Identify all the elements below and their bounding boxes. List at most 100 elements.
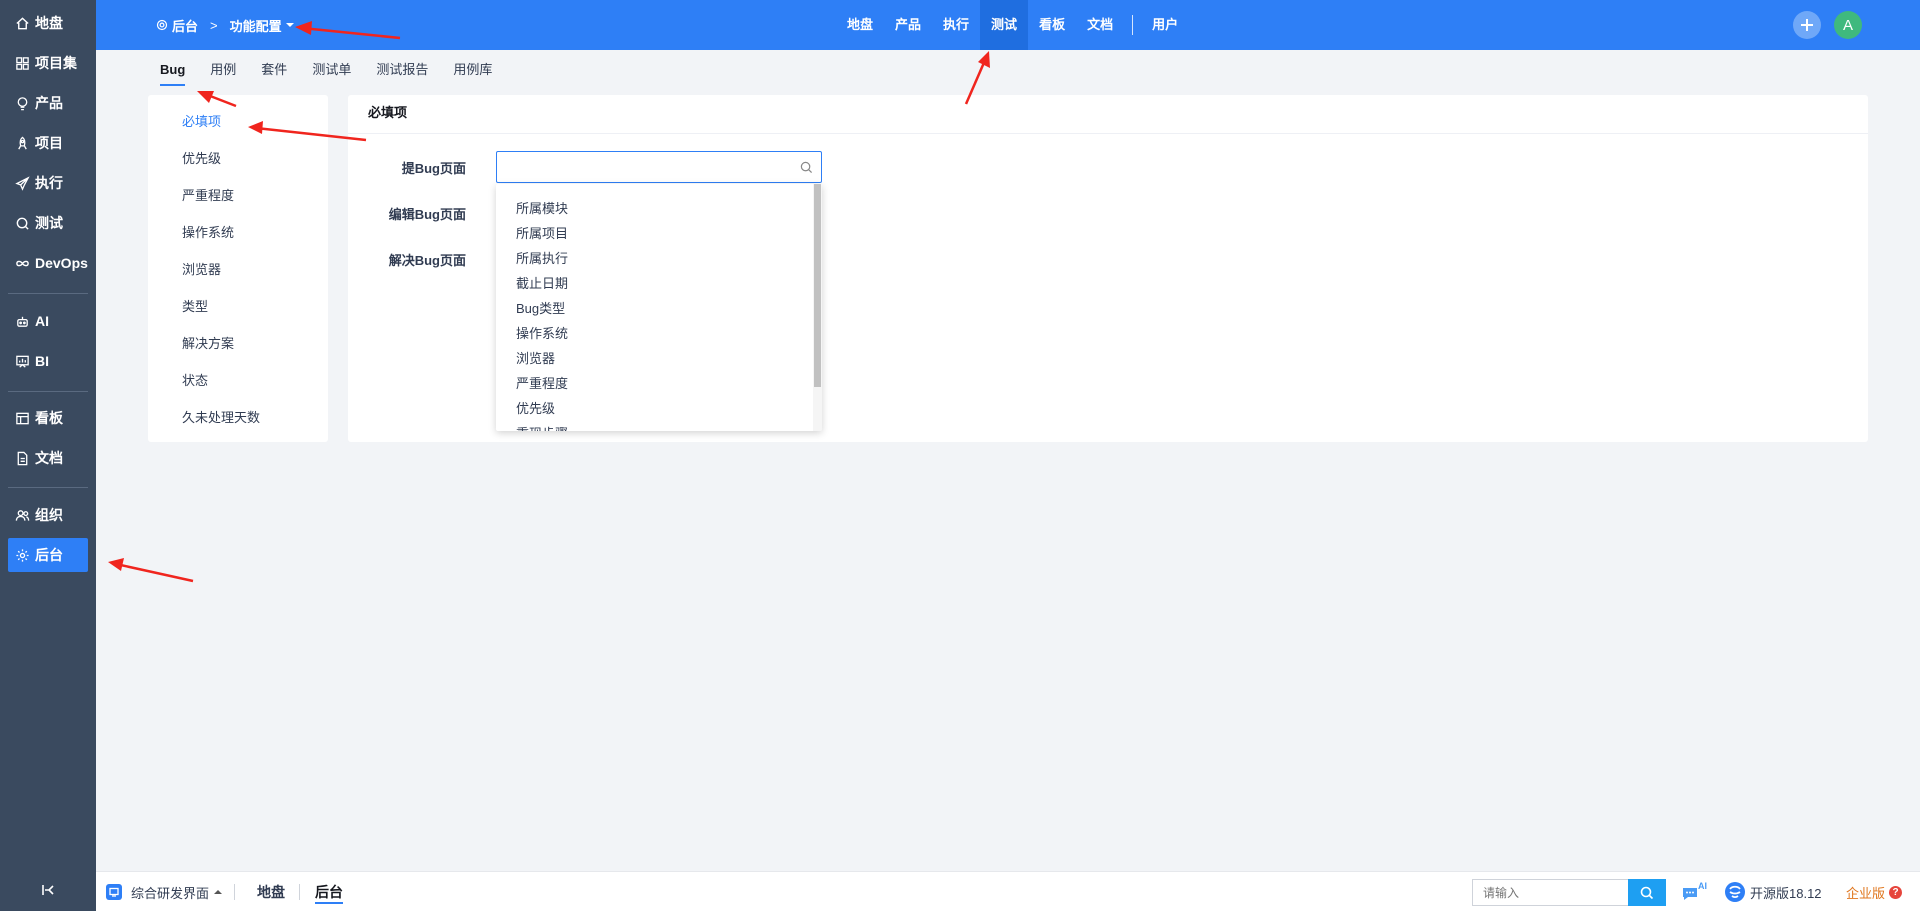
sidebar-item-doc[interactable]: 文档 <box>8 441 88 475</box>
tab-testreport[interactable]: 测试报告 <box>376 50 428 90</box>
dropdown-option[interactable]: 所属执行 <box>516 248 568 267</box>
chevron-down-icon[interactable] <box>285 23 294 27</box>
zentao-logo-icon <box>1725 882 1745 902</box>
nav-kanban[interactable]: 看板 <box>1028 0 1076 50</box>
sidebar-item-label: 测试 <box>35 215 63 231</box>
dropdown-option[interactable]: 重现步骤 <box>516 423 568 431</box>
field-label-resolve-bug: 解决Bug页面 <box>388 253 466 268</box>
sidebar-item-label: DevOps <box>35 255 88 271</box>
nav-test[interactable]: 测试 <box>980 0 1029 50</box>
menu-item-type[interactable]: 类型 <box>182 296 208 315</box>
app-switcher[interactable]: 综合研发界面 <box>106 872 223 911</box>
app-label: 综合研发界面 <box>131 885 210 901</box>
sidebar-item-product[interactable]: 产品 <box>8 86 88 120</box>
menu-item-priority[interactable]: 优先级 <box>182 148 221 167</box>
sidebar-item-kanban[interactable]: 看板 <box>8 401 88 435</box>
sidebar-item-label: 地盘 <box>35 15 63 31</box>
scrollbar-thumb[interactable] <box>814 184 821 387</box>
search-input[interactable] <box>1472 879 1628 906</box>
chevron-up-icon <box>214 890 223 894</box>
menu-item-os[interactable]: 操作系统 <box>182 222 234 241</box>
menu-item-stale-days[interactable]: 久未处理天数 <box>182 407 260 426</box>
sidebar-item-program[interactable]: 项目集 <box>8 46 88 80</box>
dropdown-option[interactable]: 浏览器 <box>516 348 555 367</box>
sidebar-item-ai[interactable]: AI <box>8 304 88 338</box>
sidebar-item-label: 组织 <box>35 507 63 523</box>
bottom-divider <box>299 884 300 900</box>
tab-testtask[interactable]: 测试单 <box>312 50 351 90</box>
dropdown-option[interactable]: 所属项目 <box>516 223 568 242</box>
sidebar-item-label: BI <box>35 353 49 369</box>
ai-badge: AI <box>1698 881 1707 891</box>
dropdown-scrollbar[interactable] <box>813 184 822 431</box>
dropdown-option[interactable]: 操作系统 <box>516 323 568 342</box>
plus-icon <box>1801 19 1813 31</box>
sidebar-item-dashboard[interactable]: 地盘 <box>8 6 88 40</box>
tab-caselib[interactable]: 用例库 <box>453 50 492 90</box>
search-button[interactable] <box>1628 879 1666 906</box>
create-button[interactable] <box>1793 11 1821 39</box>
nav-dashboard[interactable]: 地盘 <box>836 0 884 50</box>
sidebar-divider <box>8 487 88 488</box>
bottom-divider <box>234 884 235 900</box>
enterprise-edition-link[interactable]: 企业版 ? <box>1846 872 1903 911</box>
tab-suite[interactable]: 套件 <box>261 50 287 90</box>
nav-execution[interactable]: 执行 <box>932 0 980 50</box>
sidebar-item-label: 项目集 <box>35 55 77 71</box>
dropdown-option[interactable]: 截止日期 <box>516 273 568 292</box>
rocket-icon <box>18 136 27 149</box>
sidebar-item-admin[interactable]: 后台 <box>8 538 88 572</box>
board-chart-icon <box>16 355 29 368</box>
bulb-icon <box>17 96 28 110</box>
app-icon <box>106 884 122 900</box>
main-panel: 必填项 提Bug页面 编辑Bug页面 解决Bug页面 所属模块 所属项目 所属执… <box>348 95 1868 442</box>
sidebar-item-label: 项目 <box>35 135 63 151</box>
sidebar: 地盘 项目集 产品 项目 执行 测试 DevOps AI BI 看板 文档 组织… <box>0 0 96 911</box>
sidebar-item-org[interactable]: 组织 <box>8 498 88 532</box>
dropdown-option[interactable]: 优先级 <box>516 398 555 417</box>
panel-title: 必填项 <box>348 95 1868 134</box>
sidebar-item-project[interactable]: 项目 <box>8 126 88 160</box>
version-text: 开源版18.12 <box>1750 885 1822 901</box>
tab-bug[interactable]: Bug <box>160 50 186 90</box>
nav-doc[interactable]: 文档 <box>1076 0 1124 50</box>
ai-chat-icon[interactable]: AI <box>1680 880 1708 904</box>
sidebar-item-label: 产品 <box>35 95 63 111</box>
tab-testcase[interactable]: 用例 <box>210 50 236 90</box>
required-fields-picker[interactable] <box>496 151 822 183</box>
bottom-bar: 综合研发界面 地盘 后台 AI 开源版18.12 企业版 ? <box>96 871 1920 911</box>
menu-item-browser[interactable]: 浏览器 <box>182 259 221 278</box>
breadcrumb-admin[interactable]: 后台 <box>172 16 198 35</box>
bottom-tab-dashboard[interactable]: 地盘 <box>257 872 285 911</box>
menu-item-required[interactable]: 必填项 <box>182 111 221 130</box>
dropdown-option[interactable]: 严重程度 <box>516 373 568 392</box>
collapse-sidebar-icon[interactable] <box>38 880 58 900</box>
search-icon <box>800 161 813 174</box>
main-nav: 地盘 产品 执行 测试 看板 文档 用户 <box>836 0 1189 50</box>
menu-item-status[interactable]: 状态 <box>182 370 208 389</box>
sidebar-item-label: AI <box>35 313 49 329</box>
nav-user[interactable]: 用户 <box>1141 0 1189 50</box>
menu-item-resolution[interactable]: 解决方案 <box>182 333 234 352</box>
grid-icon <box>16 56 29 70</box>
picker-dropdown: 所属模块 所属项目 所属执行 截止日期 Bug类型 操作系统 浏览器 严重程度 … <box>496 184 822 431</box>
sidebar-item-devops[interactable]: DevOps <box>8 246 88 280</box>
dropdown-option[interactable]: Bug类型 <box>516 298 565 317</box>
breadcrumb-feature-config[interactable]: 功能配置 <box>230 16 282 35</box>
nav-product[interactable]: 产品 <box>884 0 932 50</box>
menu-item-severity[interactable]: 严重程度 <box>182 185 234 204</box>
avatar[interactable]: A <box>1834 11 1862 39</box>
sidebar-item-label: 文档 <box>35 450 63 466</box>
breadcrumb: 后台 > 功能配置 <box>156 0 294 50</box>
help-icon: ? <box>1889 885 1903 899</box>
doc-icon <box>17 451 28 465</box>
sidebar-divider <box>8 293 88 294</box>
version-info[interactable]: 开源版18.12 <box>1724 872 1822 911</box>
sidebar-item-test[interactable]: 测试 <box>8 206 88 240</box>
dropdown-option[interactable]: 所属模块 <box>516 198 568 217</box>
bottom-tab-admin[interactable]: 后台 <box>315 872 343 911</box>
sidebar-item-execution[interactable]: 执行 <box>8 166 88 200</box>
home-icon <box>16 16 29 29</box>
sidebar-item-bi[interactable]: BI <box>8 344 88 378</box>
infinity-icon <box>16 260 29 266</box>
